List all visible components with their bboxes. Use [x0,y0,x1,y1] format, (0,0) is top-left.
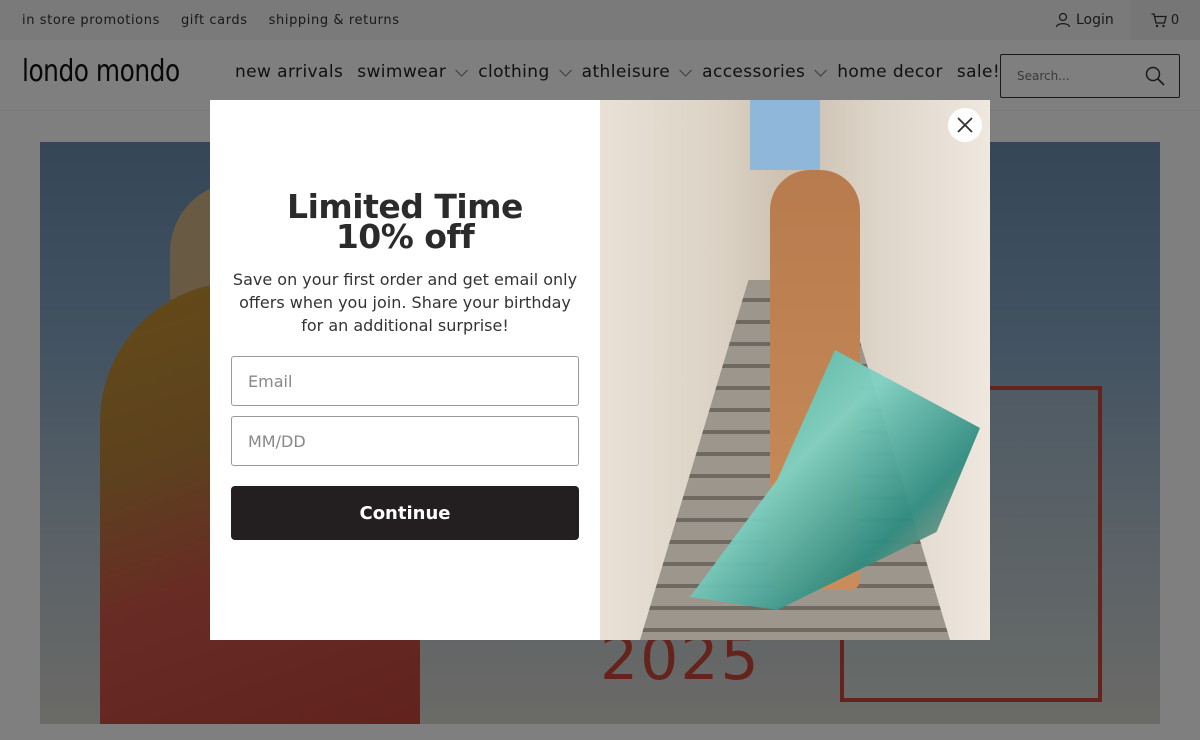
photo-sky [750,100,820,170]
close-popup-button[interactable] [948,108,982,142]
continue-button[interactable]: Continue [231,486,579,540]
close-icon [957,117,973,133]
birthday-field[interactable] [231,416,579,466]
signup-popup: Limited Time 10% off Save on your first … [210,100,990,640]
email-field[interactable] [231,356,579,406]
headline-line-2: 10% off [335,217,475,256]
popup-photo [600,100,990,640]
popup-form-panel: Limited Time 10% off Save on your first … [210,100,600,640]
popup-headline: Limited Time 10% off [210,190,600,253]
popup-description: Save on your first order and get email o… [232,270,578,335]
